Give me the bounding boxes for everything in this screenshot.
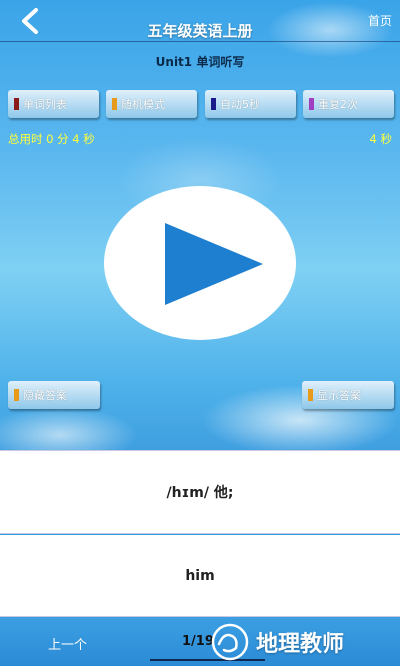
elapsed-time: 总用时 0 分 4 秒	[8, 132, 95, 146]
auto-5s-button[interactable]: 自动5秒	[205, 90, 296, 118]
button-label: 重复2次	[318, 98, 358, 111]
word-card: him	[0, 535, 400, 617]
button-label: 随机模式	[121, 98, 165, 111]
button-label: 自动5秒	[220, 98, 260, 111]
phonetic-card: /hɪm/ 他;	[0, 450, 400, 534]
word-list-button[interactable]: 单词列表	[8, 90, 99, 118]
unit-subtitle: Unit1 单词听写	[155, 55, 245, 69]
swatch-icon	[309, 98, 314, 110]
random-mode-button[interactable]: 随机模式	[106, 90, 197, 118]
swatch-icon	[211, 98, 216, 110]
swatch-icon	[14, 389, 19, 401]
button-label: 单词列表	[23, 98, 67, 111]
page-title: 五年级英语上册	[147, 22, 253, 40]
repeat-2x-button[interactable]: 重复2次	[303, 90, 394, 118]
word-text: him	[185, 567, 215, 584]
button-label: 隐藏答案	[23, 389, 67, 402]
button-label: 显示答案	[317, 389, 361, 402]
swatch-icon	[308, 389, 313, 401]
watermark-text: 地理教师	[256, 632, 345, 657]
hide-answer-button[interactable]: 隐藏答案	[8, 381, 100, 409]
top-bar: 五年级英语上册 首页	[0, 0, 400, 42]
watermark: 地理教师	[210, 620, 400, 664]
phonetic-text: /hɪm/ 他;	[166, 485, 234, 501]
play-button[interactable]	[103, 185, 297, 341]
play-icon	[104, 186, 296, 340]
swatch-icon	[112, 98, 117, 110]
home-link[interactable]: 首页	[368, 12, 392, 29]
swatch-icon	[14, 98, 19, 110]
show-answer-button[interactable]: 显示答案	[302, 381, 394, 409]
countdown-time: 4 秒	[369, 132, 392, 146]
prev-button[interactable]: 上一个	[48, 634, 87, 653]
watermark-logo-icon	[211, 623, 249, 661]
